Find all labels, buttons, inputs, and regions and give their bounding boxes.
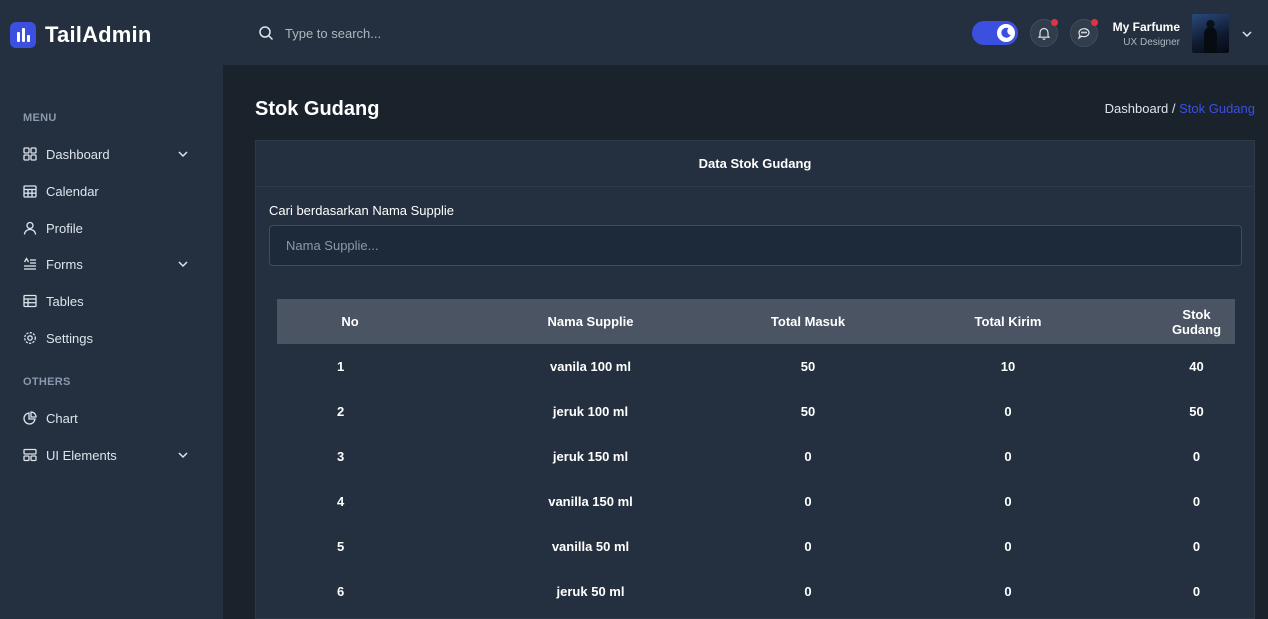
form-icon [23,257,37,271]
pie-chart-icon [23,411,37,425]
bell-icon [1037,27,1051,40]
sidebar-item-label: Settings [46,330,93,346]
column-header: Total Masuk [770,314,846,329]
table-icon [23,294,37,308]
table-row: 4 vanilla 150 ml 0 0 0 [277,479,1235,524]
menu-section-label: MENU [23,112,57,124]
page-title: Stok Gudang [255,98,380,120]
sidebar-item-calendar[interactable]: Calendar [23,180,193,202]
sidebar-item-label: Forms [46,256,83,272]
breadcrumb: Dashboard / Stok Gudang [1105,101,1255,116]
cell-total-in: 50 [800,404,816,419]
user-name[interactable]: My Farfume [1113,20,1180,34]
sidebar-item-dashboard[interactable]: Dashboard [23,143,193,165]
cell-total-out: 0 [1004,404,1012,419]
chat-icon [1077,28,1090,40]
table-row: 1 vanila 100 ml 50 10 40 [277,344,1235,389]
breadcrumb-current: Stok Gudang [1179,101,1255,116]
logo[interactable]: TailAdmin [10,22,152,48]
avatar[interactable] [1192,14,1229,53]
cell-total-out: 0 [1004,494,1012,509]
chevron-down-icon [177,449,189,461]
cell-stock: 0 [1192,494,1201,509]
user-role: UX Designer [1123,37,1180,48]
cell-no: 6 [337,584,345,599]
cell-total-in: 50 [800,359,816,374]
cell-total-out: 10 [1000,359,1016,374]
cell-supplier: jeruk 100 ml [552,404,629,419]
message-dot [1091,19,1098,26]
chevron-down-icon[interactable] [1241,27,1253,39]
logo-icon [10,22,36,48]
gear-icon [23,331,37,345]
moon-icon [997,24,1015,42]
notification-button[interactable] [1030,19,1058,47]
sidebar-item-label: UI Elements [46,447,117,463]
stock-card: Data Stok Gudang Cari berdasarkan Nama S… [255,140,1255,619]
sidebar-item-label: Chart [46,410,78,426]
breadcrumb-parent[interactable]: Dashboard / [1105,101,1176,116]
cell-supplier: jeruk 150 ml [552,449,629,464]
table-row: 6 jeruk 50 ml 0 0 0 [277,569,1235,614]
sidebar: TailAdmin MENU Dashboard Calendar Profil… [0,0,223,619]
stock-table: No Nama Supplie Total Masuk Total Kirim … [277,299,1235,614]
column-header: Stok Gudang [1171,306,1222,337]
cell-no: 3 [337,449,345,464]
cell-stock: 0 [1192,539,1201,554]
cell-no: 4 [337,494,345,509]
cell-supplier: vanilla 150 ml [548,494,633,509]
cell-no: 1 [337,359,345,374]
search-icon[interactable] [258,25,274,41]
column-header: Total Kirim [974,314,1042,329]
sidebar-item-chart[interactable]: Chart [23,407,193,429]
cell-stock: 50 [1189,404,1204,419]
column-header: Nama Supplie [547,314,634,329]
sidebar-item-tables[interactable]: Tables [23,290,193,312]
table-row: 5 vanilla 50 ml 0 0 0 [277,524,1235,569]
supplier-search-input[interactable] [269,225,1242,266]
cell-total-in: 0 [804,539,812,554]
sidebar-item-profile[interactable]: Profile [23,217,193,239]
cell-total-in: 0 [804,449,812,464]
calendar-icon [23,184,37,198]
cell-total-out: 0 [1004,539,1012,554]
messages-button[interactable] [1070,19,1098,47]
sidebar-item-ui-elements[interactable]: UI Elements [23,444,193,466]
user-icon [23,221,37,235]
sidebar-item-label: Profile [46,220,83,236]
column-header: No [341,314,359,329]
sidebar-item-label: Calendar [46,183,99,199]
logo-text: TailAdmin [45,22,152,47]
card-title: Data Stok Gudang [256,141,1254,187]
chevron-down-icon [177,148,189,160]
grid-icon [23,147,37,161]
search-input[interactable] [285,22,585,44]
cell-total-out: 0 [1004,584,1012,599]
cell-no: 5 [337,539,345,554]
cell-stock: 0 [1192,584,1201,599]
topbar: My Farfume UX Designer [223,0,1268,66]
sidebar-item-settings[interactable]: Settings [23,327,193,349]
others-section-label: OTHERS [23,376,71,388]
filter-label: Cari berdasarkan Nama Supplie [269,203,454,218]
sidebar-item-forms[interactable]: Forms [23,253,193,275]
table-header-row: No Nama Supplie Total Masuk Total Kirim … [277,299,1235,344]
cell-total-in: 0 [804,584,812,599]
cell-total-in: 0 [804,494,812,509]
cell-total-out: 0 [1004,449,1012,464]
notification-dot [1051,19,1058,26]
cell-supplier: jeruk 50 ml [556,584,625,599]
dark-mode-toggle[interactable] [972,21,1018,45]
sidebar-item-label: Tables [46,293,84,309]
cell-stock: 40 [1189,359,1204,374]
cell-no: 2 [337,404,345,419]
layout-icon [23,448,37,462]
chevron-down-icon [177,258,189,270]
cell-supplier: vanilla 50 ml [551,539,630,554]
table-row: 3 jeruk 150 ml 0 0 0 [277,434,1235,479]
cell-supplier: vanila 100 ml [550,359,631,374]
table-row: 2 jeruk 100 ml 50 0 50 [277,389,1235,434]
sidebar-item-label: Dashboard [46,146,110,162]
cell-stock: 0 [1192,449,1201,464]
